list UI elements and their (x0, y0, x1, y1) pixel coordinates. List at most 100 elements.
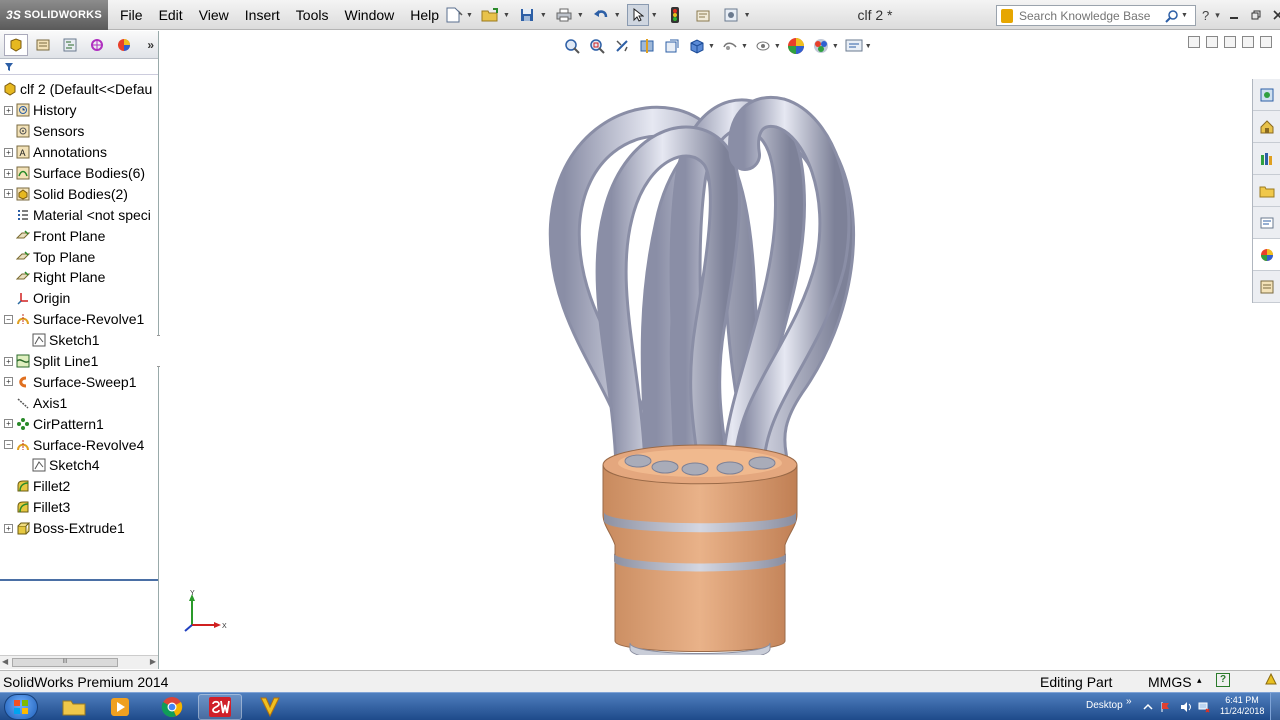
taskbar-media-player[interactable] (98, 694, 142, 720)
volume-icon[interactable] (1180, 701, 1192, 713)
tree-item-fillet2[interactable]: Fillet2 (0, 476, 158, 497)
expand-toggle-icon[interactable]: + (4, 523, 13, 533)
menu-tools[interactable]: Tools (288, 0, 337, 30)
chevron-down-icon[interactable]: ▼ (744, 12, 751, 19)
expand-toggle-icon[interactable]: + (4, 377, 13, 387)
display-style-button[interactable] (720, 36, 740, 56)
expand-panel-button[interactable]: » (147, 38, 154, 52)
zoom-to-fit-button[interactable] (562, 36, 582, 56)
viewport-close-button[interactable] (1260, 36, 1272, 48)
chevron-down-icon[interactable]: ▼ (741, 43, 748, 50)
zoom-to-area-button[interactable] (587, 36, 607, 56)
tree-item-sketch4[interactable]: Sketch4 (0, 455, 158, 476)
chevron-down-icon[interactable]: ▼ (651, 12, 658, 19)
section-view-button[interactable] (637, 36, 657, 56)
tab-property-manager[interactable] (31, 34, 55, 56)
chevron-down-icon[interactable]: ▼ (865, 43, 872, 50)
chevron-down-icon[interactable]: ▼ (614, 12, 621, 19)
taskbar-solidworks[interactable] (198, 694, 242, 720)
undo-button[interactable] (590, 4, 612, 26)
tree-item-surface-revolve1[interactable]: − Surface-Revolve1 (0, 309, 158, 330)
tab-feature-manager[interactable] (4, 33, 28, 56)
search-input[interactable] (1019, 8, 1165, 23)
close-button[interactable] (1270, 8, 1280, 22)
rebuild-button[interactable] (664, 4, 686, 26)
chevron-down-icon[interactable]: ▼ (708, 43, 715, 50)
taskbar-file-explorer[interactable] (52, 694, 96, 720)
task-pane-file-explorer-button[interactable] (1253, 175, 1280, 207)
open-button[interactable] (479, 4, 501, 26)
expand-toggle-icon[interactable]: + (4, 189, 13, 199)
chevron-down-icon[interactable]: ▼ (540, 12, 547, 19)
chevron-down-icon[interactable]: ▼ (774, 43, 781, 50)
desktop-toolbar-label[interactable]: Desktop (1086, 700, 1123, 711)
dynamic-annotation-views-button[interactable] (662, 36, 682, 56)
options-button[interactable] (720, 4, 742, 26)
tree-item-origin[interactable]: Origin (0, 288, 158, 309)
chevron-down-icon[interactable]: ▼ (832, 43, 839, 50)
tab-configuration-manager[interactable] (58, 34, 82, 56)
tree-item-cirpattern1[interactable]: + CirPattern1 (0, 413, 158, 434)
tree-item-surface-revolve4[interactable]: − Surface-Revolve4 (0, 434, 158, 455)
expand-toggle-icon[interactable]: + (4, 419, 13, 429)
quick-tips-button[interactable]: ? (1216, 673, 1230, 687)
previous-view-button[interactable] (612, 36, 632, 56)
task-pane-view-palette-button[interactable] (1253, 207, 1280, 239)
tree-item-surface-sweep1[interactable]: + Surface-Sweep1 (0, 371, 158, 392)
expand-toggle-icon[interactable]: + (4, 168, 13, 178)
scroll-right-icon[interactable]: ▶ (150, 657, 156, 666)
cfl-bulb-model[interactable] (540, 65, 870, 655)
search-icon[interactable] (1165, 9, 1179, 23)
viewport-restore-button[interactable] (1242, 36, 1254, 48)
expand-toggle-icon[interactable]: + (4, 356, 13, 366)
tree-item-sensors[interactable]: Sensors (0, 121, 158, 142)
graphics-area[interactable]: ▼ ▼ ▼ ▼ ▼ Y X (160, 31, 1280, 669)
file-properties-button[interactable] (692, 4, 714, 26)
chevron-down-icon[interactable]: ▼ (503, 12, 510, 19)
select-button[interactable] (626, 4, 649, 26)
task-pane-design-library-button[interactable] (1253, 143, 1280, 175)
taskbar-clock[interactable]: 6:41 PM 11/24/2018 (1220, 695, 1264, 717)
minimize-button[interactable] (1226, 8, 1242, 22)
print-button[interactable] (553, 4, 575, 26)
tree-item-history[interactable]: + History (0, 100, 158, 121)
expand-toggle-icon[interactable]: + (4, 105, 13, 115)
menu-file[interactable]: File (112, 0, 151, 30)
menu-view[interactable]: View (191, 0, 237, 30)
action-center-flag-icon[interactable] (1160, 701, 1172, 713)
tree-item-axis1[interactable]: Axis1 (0, 392, 158, 413)
menu-help[interactable]: Help (402, 0, 447, 30)
hide-show-items-button[interactable] (753, 36, 773, 56)
chevron-down-icon[interactable]: ▼ (466, 12, 473, 19)
tree-item-top-plane[interactable]: Top Plane (0, 246, 158, 267)
restore-button[interactable] (1248, 8, 1264, 22)
taskbar-chrome[interactable] (150, 694, 194, 720)
status-unit-system[interactable]: MMGS (1148, 674, 1192, 690)
tree-item-split-line1[interactable]: + Split Line1 (0, 351, 158, 372)
chevron-down-icon[interactable]: ▼ (1181, 12, 1188, 19)
tab-display-manager[interactable] (112, 34, 136, 56)
task-pane-home-button[interactable] (1253, 111, 1280, 143)
unit-system-dropdown[interactable]: ▴ (1197, 675, 1202, 686)
viewport-minimize-button[interactable] (1224, 36, 1236, 48)
viewport-split-button[interactable] (1206, 36, 1218, 48)
horizontal-scrollbar[interactable]: ◀ III ▶ (0, 655, 158, 669)
tab-dimxpert-manager[interactable] (85, 34, 109, 56)
task-pane-custom-properties-button[interactable] (1253, 271, 1280, 303)
scroll-thumb[interactable]: III (12, 658, 118, 667)
help-button[interactable]: ? (1202, 8, 1209, 23)
expand-toggle-icon[interactable]: − (4, 440, 13, 450)
view-orientation-button[interactable] (687, 36, 707, 56)
rollback-bar[interactable] (0, 579, 158, 581)
search-knowledge-base[interactable]: ▼ (996, 5, 1196, 26)
menu-insert[interactable]: Insert (237, 0, 288, 30)
task-pane-appearances-button[interactable] (1253, 239, 1280, 271)
tree-item-surface-bodies-6[interactable]: + Surface Bodies(6) (0, 163, 158, 184)
task-pane-resources-button[interactable] (1253, 79, 1280, 111)
edit-appearance-button[interactable] (786, 36, 806, 56)
tree-item-annotations[interactable]: + A Annotations (0, 142, 158, 163)
save-button[interactable] (516, 4, 538, 26)
menu-window[interactable]: Window (336, 0, 402, 30)
viewport-tile-button[interactable] (1188, 36, 1200, 48)
expand-toggle-icon[interactable]: − (4, 314, 13, 324)
